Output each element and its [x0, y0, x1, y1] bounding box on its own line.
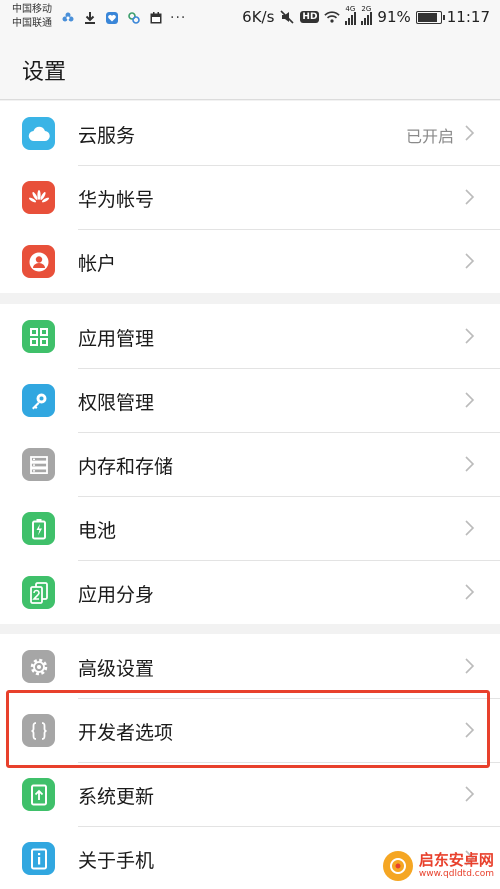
- cloud-icon: [22, 117, 55, 150]
- settings-item-label: 云服务: [78, 125, 136, 147]
- settings-group-apps: 应用管理 权限管理 内存和存储 电池 应用分身: [0, 304, 500, 624]
- chevron-right-icon: [465, 253, 475, 269]
- carrier-1: 中国移动: [12, 4, 52, 15]
- link-app-icon: [126, 10, 142, 26]
- app-twin-icon: [22, 576, 55, 609]
- storage-icon: [22, 448, 55, 481]
- settings-item-label: 关于手机: [78, 850, 155, 872]
- mute-icon: [279, 9, 295, 25]
- huawei-logo-icon: [22, 181, 55, 214]
- carrier-2: 中国联通: [12, 18, 52, 29]
- flower-notification-icon: [60, 10, 76, 26]
- settings-group-account: 云服务 已开启 华为帐号 帐户: [0, 101, 500, 293]
- signal-1-icon: 4G: [345, 5, 357, 25]
- notification-icons: ···: [60, 8, 186, 28]
- status-bar: 中国移动 中国联通 ··· 6K/s HD 4G 2G 91% 11:17: [0, 0, 500, 36]
- chevron-right-icon: [465, 658, 475, 674]
- signal-2-icon: 2G: [361, 5, 373, 25]
- key-icon: [22, 384, 55, 417]
- system-update-icon: [22, 778, 55, 811]
- heart-app-icon: [104, 10, 120, 26]
- wifi-icon: [324, 9, 341, 25]
- chevron-right-icon: [465, 456, 475, 472]
- settings-item-label: 内存和存储: [78, 456, 174, 478]
- person-icon: [22, 245, 55, 278]
- settings-item-label: 权限管理: [78, 392, 155, 414]
- hd-voice-badge: HD: [300, 11, 320, 23]
- chevron-right-icon: [465, 584, 475, 600]
- chevron-right-icon: [465, 328, 475, 344]
- chevron-right-icon: [465, 786, 475, 802]
- settings-item-label: 帐户: [78, 253, 117, 275]
- settings-item-label: 应用分身: [78, 584, 155, 606]
- settings-item-value: 已开启: [405, 127, 454, 146]
- settings-item-system-update[interactable]: 系统更新: [0, 762, 500, 826]
- info-icon: [22, 842, 55, 875]
- calendar-icon: [148, 10, 164, 26]
- gear-icon: [22, 650, 55, 683]
- page-title: 设置: [22, 60, 67, 85]
- battery-percent: 91%: [377, 8, 411, 26]
- settings-item-battery[interactable]: 电池: [0, 496, 500, 560]
- watermark-logo-icon: [382, 851, 413, 881]
- battery-status-icon: [415, 10, 445, 24]
- settings-item-label: 开发者选项: [78, 722, 174, 744]
- download-icon: [82, 10, 98, 26]
- network-type-2: 2G: [361, 5, 372, 13]
- settings-item-app-management[interactable]: 应用管理: [0, 304, 500, 368]
- carrier-names: 中国移动 中国联通: [12, 3, 52, 31]
- settings-item-label: 华为帐号: [78, 189, 155, 211]
- chevron-right-icon: [465, 520, 475, 536]
- settings-item-label: 电池: [78, 520, 117, 542]
- settings-item-storage[interactable]: 内存和存储: [0, 432, 500, 496]
- network-speed: 6K/s: [242, 8, 275, 26]
- settings-item-huawei-account[interactable]: 华为帐号: [0, 165, 500, 229]
- status-indicators: 6K/s HD 4G 2G 91% 11:17: [242, 5, 490, 28]
- settings-item-label: 高级设置: [78, 658, 155, 680]
- settings-item-cloud[interactable]: 云服务 已开启: [0, 101, 500, 165]
- clock: 11:17: [446, 8, 490, 26]
- more-notifications-icon: ···: [170, 10, 187, 26]
- app-header: 设置: [0, 36, 500, 100]
- battery-fill: [417, 12, 437, 22]
- network-type-1: 4G: [345, 5, 356, 13]
- settings-item-accounts[interactable]: 帐户: [0, 229, 500, 293]
- chevron-right-icon: [465, 125, 475, 141]
- settings-item-permissions[interactable]: 权限管理: [0, 368, 500, 432]
- settings-item-app-twin[interactable]: 应用分身: [0, 560, 500, 624]
- settings-item-label: 应用管理: [78, 328, 155, 350]
- battery-icon: [22, 512, 55, 545]
- watermark-name: 启东安卓网: [418, 851, 494, 869]
- settings-item-label: 系统更新: [78, 786, 155, 808]
- chevron-right-icon: [465, 722, 475, 738]
- settings-item-advanced[interactable]: 高级设置: [0, 634, 500, 698]
- chevron-right-icon: [465, 392, 475, 408]
- site-watermark: 启东安卓网 www.qdldtd.com: [382, 851, 494, 881]
- braces-icon: [22, 714, 55, 747]
- settings-item-developer-options[interactable]: 开发者选项: [0, 698, 500, 762]
- watermark-url: www.qdldtd.com: [418, 869, 494, 879]
- grid-apps-icon: [22, 320, 55, 353]
- chevron-right-icon: [465, 189, 475, 205]
